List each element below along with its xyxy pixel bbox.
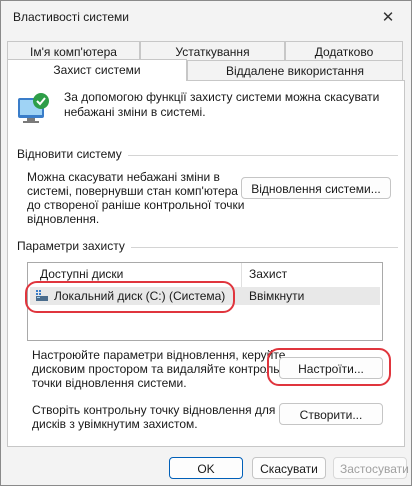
tab-hardware[interactable]: Устаткування	[140, 41, 285, 61]
restore-description-line4: відновлення.	[27, 212, 100, 226]
drive-name: Локальний диск (C:) (Система)	[54, 289, 226, 303]
tab-advanced[interactable]: Додатково	[285, 41, 403, 61]
create-text-line2: дисків з увімкнутим захистом.	[32, 417, 198, 431]
intro-text-line2: небажані зміни в системі.	[64, 105, 206, 119]
title-bar: Властивості системи ✕	[1, 1, 411, 33]
create-button[interactable]: Створити...	[279, 403, 383, 425]
restore-description-line2: системі, повернувши стан комп'ютера	[27, 184, 238, 198]
cancel-button[interactable]: Скасувати	[252, 457, 326, 479]
restore-section-heading: Відновити систему	[17, 147, 128, 161]
close-icon[interactable]: ✕	[365, 1, 411, 33]
system-protection-icon	[18, 93, 49, 123]
configure-text-line1: Настроюйте параметри відновлення, керуйт…	[32, 348, 286, 362]
protection-section-heading: Параметри захисту	[17, 239, 131, 253]
column-header-drives[interactable]: Доступні диски	[40, 266, 123, 283]
tab-system-protection[interactable]: Захист системи	[7, 59, 187, 81]
system-restore-button[interactable]: Відновлення системи...	[241, 177, 391, 199]
ok-button[interactable]: OK	[169, 457, 243, 479]
restore-description-line3: до створеної раніше контрольної точки	[27, 198, 245, 212]
drive-icon	[36, 290, 48, 301]
protection-section-divider	[128, 247, 398, 248]
column-divider[interactable]	[241, 263, 242, 288]
drives-table[interactable]: Доступні диски Захист Локальний диск (C:…	[27, 262, 383, 341]
configure-text-line3: точки відновлення системи.	[32, 376, 187, 390]
restore-section-divider	[128, 155, 398, 156]
column-header-protection[interactable]: Захист	[249, 266, 287, 283]
create-text-line1: Створіть контрольну точку відновлення дл…	[32, 403, 276, 417]
tab-computer-name[interactable]: Ім'я комп'ютера	[7, 41, 140, 61]
drive-protection-status: Ввімкнути	[249, 289, 305, 303]
configure-button[interactable]: Настроїти...	[279, 357, 383, 379]
configure-text-line2: дисковим простором та видаляйте контроль…	[32, 362, 289, 376]
table-row[interactable]: Локальний диск (C:) (Система) Ввімкнути	[30, 287, 380, 305]
tab-remote[interactable]: Віддалене використання	[187, 60, 403, 80]
intro-text-line1: За допомогою функції захисту системи мож…	[64, 90, 380, 104]
restore-description-line1: Можна скасувати небажані зміни в	[27, 170, 220, 184]
window-title: Властивості системи	[13, 10, 129, 24]
apply-button[interactable]: Застосувати	[333, 457, 409, 479]
system-properties-window: Властивості системи ✕ Ім'я комп'ютера Ус…	[0, 0, 412, 486]
